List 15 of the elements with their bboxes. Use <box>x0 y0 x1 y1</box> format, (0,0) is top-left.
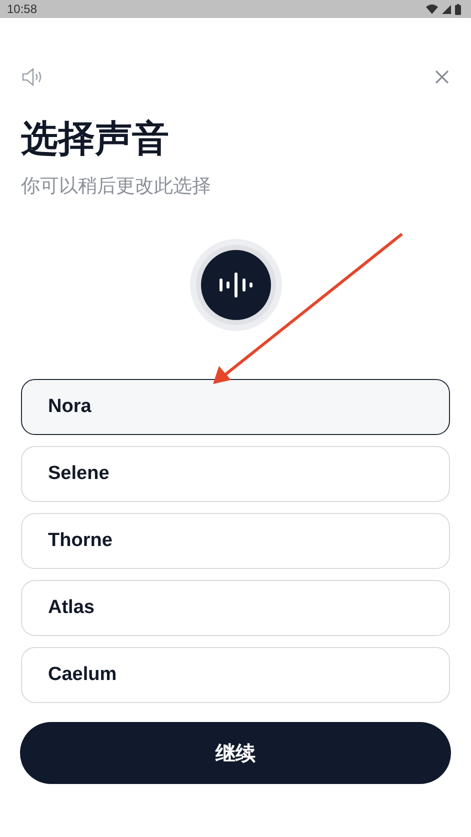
close-icon[interactable] <box>435 70 449 84</box>
voice-option[interactable]: Atlas <box>21 580 450 636</box>
voice-option[interactable]: Nora <box>21 379 450 435</box>
voice-option[interactable]: Caelum <box>21 647 450 703</box>
page-title: 选择声音 <box>21 117 170 161</box>
battery-icon <box>455 4 461 14</box>
voice-orb-icon <box>190 239 282 331</box>
speaker-icon[interactable] <box>22 68 44 86</box>
wifi-icon <box>426 4 438 14</box>
voice-option[interactable]: Selene <box>21 446 450 502</box>
page-subtitle: 你可以稍后更改此选择 <box>21 175 212 199</box>
voice-option[interactable]: Thorne <box>21 513 450 569</box>
signal-icon <box>442 4 451 14</box>
continue-button[interactable]: 继续 <box>20 722 451 784</box>
status-time: 10:58 <box>7 2 38 16</box>
